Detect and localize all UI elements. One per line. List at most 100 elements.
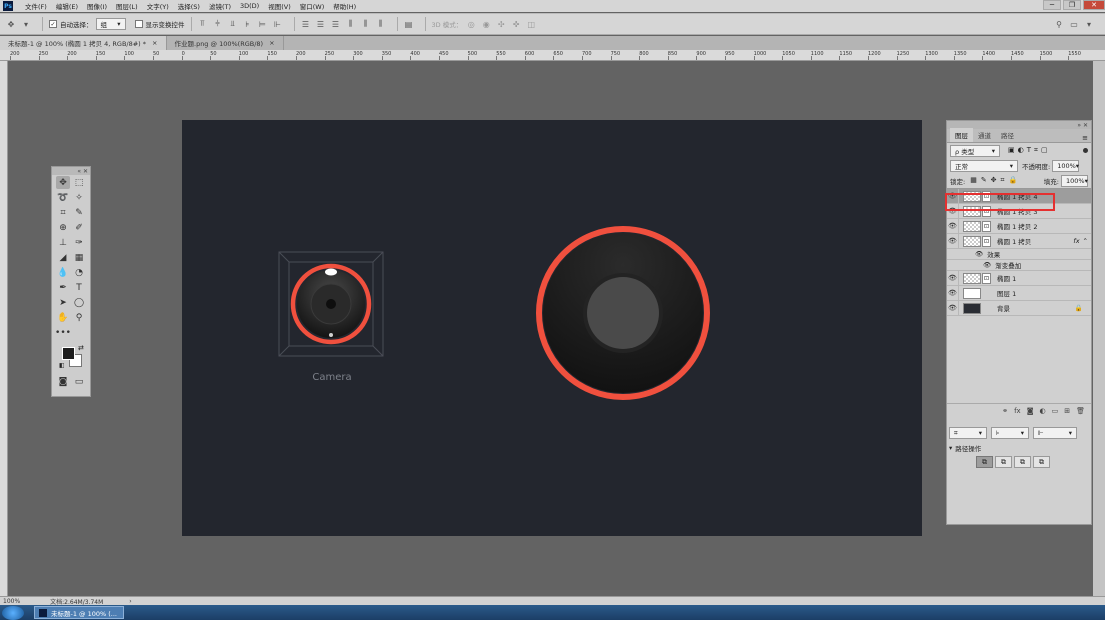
tab-paths[interactable]: 路径	[996, 128, 1019, 142]
new-group-icon[interactable]: ▭	[1052, 407, 1059, 415]
fx-badge[interactable]: fx	[1073, 237, 1082, 245]
close-icon[interactable]: ×	[269, 39, 274, 47]
path-align-dropdown[interactable]: ⊧ ▾	[991, 427, 1029, 439]
type-tool-icon[interactable]: T	[72, 281, 86, 294]
tab-untitled-1[interactable]: 未标题-1 @ 100% (椭圆 1 拷贝 4, RGB/8#) * ×	[0, 36, 167, 50]
link-layers-icon[interactable]: ⚭	[1002, 407, 1008, 415]
eye-icon[interactable]: 👁	[975, 250, 983, 258]
filter-toggle-icon[interactable]	[1083, 148, 1088, 153]
lock-icons[interactable]: ▦✎✥⌗🔒	[970, 176, 1021, 185]
distribute-left-icon[interactable]: ⫼	[346, 19, 356, 29]
search-icon[interactable]: ⚲	[1054, 19, 1064, 29]
minimize-button[interactable]: ─	[1043, 0, 1061, 10]
show-transform-checkbox[interactable]	[134, 20, 143, 28]
3d-drag-icon[interactable]: ✣	[496, 19, 506, 29]
layer-item[interactable]: 👁 背景 🔒	[947, 300, 1091, 316]
delete-layer-icon[interactable]: 🗑	[1076, 407, 1085, 415]
exclude-shapes-button[interactable]: ⧉	[1033, 456, 1050, 468]
layer-item[interactable]: 👁 ⊡ 椭圆 1 拷贝 2	[947, 218, 1091, 234]
chevron-down-icon[interactable]: ▾	[1084, 19, 1094, 29]
add-mask-icon[interactable]: ◙	[1027, 407, 1034, 415]
layer-filter-dropdown[interactable]: ρ 类型 ▾	[950, 144, 1000, 157]
eraser-tool-icon[interactable]: ◢	[56, 251, 70, 264]
align-vcenter-icon[interactable]: ⫩	[213, 19, 223, 29]
eye-icon[interactable]: 👁	[947, 233, 959, 249]
auto-align-icon[interactable]: ▤	[404, 19, 414, 29]
zoom-level[interactable]: 100%	[3, 598, 20, 605]
gradient-overlay-row[interactable]: 👁 渐变叠加	[947, 260, 1091, 271]
tab-layers[interactable]: 图层	[950, 128, 973, 142]
3d-slide-icon[interactable]: ✜	[511, 19, 521, 29]
small-camera-artwork[interactable]	[277, 250, 387, 360]
intersect-shapes-button[interactable]: ⧉	[1014, 456, 1031, 468]
align-right-icon[interactable]: ⊩	[273, 19, 283, 29]
marquee-tool-icon[interactable]: ⬚	[72, 176, 86, 189]
eye-icon[interactable]: 👁	[947, 218, 959, 234]
path-selection-tool-icon[interactable]: ➤	[56, 296, 70, 309]
combine-shapes-button[interactable]: ⧉	[976, 456, 993, 468]
swap-colors-icon[interactable]: ⇄	[78, 344, 84, 352]
hand-tool-icon[interactable]: ✋	[56, 311, 70, 324]
distribute-top-icon[interactable]: ☰	[301, 19, 311, 29]
close-button[interactable]: ✕	[1083, 0, 1105, 10]
fx-icon[interactable]: fx	[1014, 407, 1021, 415]
fill-field[interactable]: 100% ▾	[1061, 174, 1088, 187]
healing-brush-tool-icon[interactable]: ⊕	[56, 221, 70, 234]
eye-icon[interactable]: 👁	[947, 270, 959, 286]
menu-help[interactable]: 帮助(H)	[333, 1, 356, 11]
layer-item[interactable]: 👁 图层 1	[947, 285, 1091, 301]
close-icon[interactable]: ×	[152, 39, 157, 47]
align-top-icon[interactable]: ⫪	[198, 19, 208, 29]
default-colors-icon[interactable]: ◧	[59, 362, 65, 369]
restore-button[interactable]: ❐	[1063, 0, 1081, 10]
zoom-tool-icon[interactable]: ⚲	[72, 311, 86, 324]
panel-menu-icon[interactable]: ≡	[1082, 134, 1091, 142]
distribute-vcenter-icon[interactable]: ☰	[316, 19, 326, 29]
menu-image[interactable]: 图像(I)	[87, 1, 107, 11]
path-ops-dropdown[interactable]: ⌗ ▾	[949, 427, 987, 439]
chevron-down-icon[interactable]: ▾	[949, 444, 952, 452]
blend-mode-dropdown[interactable]: 正常 ▾	[950, 159, 1018, 172]
start-button[interactable]	[2, 605, 24, 620]
menu-3d[interactable]: 3D(D)	[240, 2, 259, 10]
more-tools-icon[interactable]: •••	[55, 326, 71, 339]
effects-row[interactable]: 👁 效果	[947, 249, 1091, 260]
menu-view[interactable]: 视图(V)	[268, 1, 291, 11]
layer-item[interactable]: 👁 ⊡ 椭圆 1	[947, 270, 1091, 286]
eyedropper-tool-icon[interactable]: ✎	[72, 206, 86, 219]
align-hcenter-icon[interactable]: ⊨	[258, 19, 268, 29]
subtract-shapes-button[interactable]: ⧉	[995, 456, 1012, 468]
menu-filter[interactable]: 滤镜(T)	[209, 1, 231, 11]
auto-select-checkbox[interactable]: ✓	[49, 20, 57, 28]
gradient-tool-icon[interactable]: ▦	[72, 251, 86, 264]
dodge-tool-icon[interactable]: ◔	[72, 266, 86, 279]
foreground-color-swatch[interactable]	[62, 347, 75, 360]
3d-rotate-icon[interactable]: ◎	[466, 19, 476, 29]
brush-tool-icon[interactable]: ✐	[72, 221, 86, 234]
menu-file[interactable]: 文件(F)	[25, 1, 47, 11]
eye-icon[interactable]: 👁	[983, 261, 991, 269]
adjustment-layer-icon[interactable]: ◐	[1040, 407, 1046, 415]
quick-mask-icon[interactable]: ◙	[56, 375, 70, 388]
menu-type[interactable]: 文字(Y)	[147, 1, 169, 11]
layer-item[interactable]: 👁 ⊡ 椭圆 1 拷贝 fx ⌃	[947, 233, 1091, 249]
move-tool-icon[interactable]: ✥	[6, 19, 16, 29]
move-tool-icon[interactable]: ✥	[56, 176, 70, 189]
chevron-up-icon[interactable]: ⌃	[1083, 237, 1091, 245]
workspace-icon[interactable]: ▭	[1069, 19, 1079, 29]
screen-mode-icon[interactable]: ▭	[72, 375, 86, 388]
3d-roll-icon[interactable]: ◉	[481, 19, 491, 29]
menu-select[interactable]: 选择(S)	[178, 1, 200, 11]
tools-panel-header[interactable]: « ✕	[52, 167, 90, 175]
align-left-icon[interactable]: ⊧	[243, 19, 253, 29]
menu-window[interactable]: 窗口(W)	[300, 1, 325, 11]
new-layer-icon[interactable]: ⊞	[1064, 407, 1070, 415]
document-canvas[interactable]: Camera	[182, 120, 922, 536]
crop-tool-icon[interactable]: ⌗	[56, 206, 70, 219]
opacity-field[interactable]: 100% ▾	[1052, 159, 1080, 172]
distribute-right-icon[interactable]: ⫼	[376, 19, 386, 29]
chevron-right-icon[interactable]: ›	[129, 598, 131, 605]
blur-tool-icon[interactable]: 💧	[56, 266, 70, 279]
eye-icon[interactable]: 👁	[947, 285, 959, 301]
clone-stamp-tool-icon[interactable]: ⊥	[56, 236, 70, 249]
